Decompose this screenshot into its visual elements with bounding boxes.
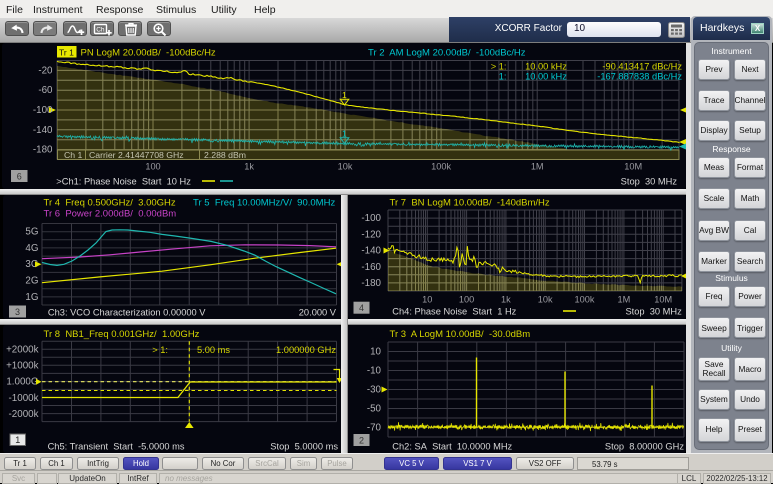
svg-text:-30: -30 — [367, 385, 382, 396]
svg-text:-140: -140 — [361, 246, 381, 257]
svg-text:100k: 100k — [431, 161, 451, 171]
svg-text:Ch3: VCO Characterization 0.00: Ch3: VCO Characterization 0.00000 V — [48, 307, 206, 317]
svg-text:1k: 1k — [501, 294, 511, 304]
svg-text:-50: -50 — [367, 404, 382, 415]
svg-text:10M: 10M — [624, 161, 642, 171]
svg-text:100k: 100k — [575, 294, 595, 304]
svg-text:Tr 4 Freq 0.500GHz/ 3.00GHz: Tr 4 Freq 0.500GHz/ 3.00GHz — [44, 198, 176, 209]
svg-text:100: 100 — [459, 294, 474, 304]
svg-text:1: 1 — [15, 435, 20, 445]
svg-text:100: 100 — [145, 161, 160, 171]
svg-text:Carrier 2.41447708 GHz: Carrier 2.41447708 GHz — [89, 150, 184, 160]
svg-text:2: 2 — [359, 435, 364, 445]
svg-text:Stop 30 MHz: Stop 30 MHz — [621, 176, 678, 186]
svg-text:4G: 4G — [25, 243, 38, 254]
svg-text:Tr 8 NB1_Freq 0.001GHz/ 1.00: Tr 8 NB1_Freq 0.001GHz/ 1.00GHz — [44, 329, 200, 340]
svg-text:+2000k: +2000k — [6, 344, 39, 355]
svg-text:1.000G: 1.000G — [6, 377, 38, 388]
svg-text:1G: 1G — [25, 292, 38, 303]
svg-text:10.00 kHz: 10.00 kHz — [525, 61, 567, 71]
svg-text:-100: -100 — [361, 213, 381, 224]
svg-text:-1000k: -1000k — [9, 393, 39, 404]
svg-text:> 1:: > 1: — [491, 61, 507, 71]
svg-text:Stop 5.0000 ms: Stop 5.0000 ms — [270, 442, 338, 452]
svg-text:Ch 1: Ch 1 — [64, 150, 83, 160]
svg-text:-100: -100 — [33, 105, 53, 116]
svg-text:1: 1 — [342, 129, 347, 139]
svg-text:-10: -10 — [367, 366, 382, 377]
svg-text:Ch2: SA Start 10.0000 MHz: Ch2: SA Start 10.0000 MHz — [392, 442, 512, 452]
svg-text:2.288 dBm: 2.288 dBm — [204, 150, 246, 160]
svg-text:10: 10 — [370, 347, 381, 358]
svg-text:5G: 5G — [25, 227, 38, 238]
svg-text:Tr 5 Freq 10.00MHz/V/ 90.0MH: Tr 5 Freq 10.00MHz/V/ 90.0MHz — [193, 198, 335, 209]
svg-text:1M: 1M — [618, 294, 631, 304]
svg-text:Tr 3 A LogM 10.00dB/ -30.0dB: Tr 3 A LogM 10.00dB/ -30.0dBm — [390, 329, 531, 340]
svg-text:10: 10 — [422, 294, 432, 304]
svg-text:10k: 10k — [538, 294, 553, 304]
svg-text:6: 6 — [17, 172, 22, 182]
svg-text:-20: -20 — [38, 65, 53, 76]
svg-text:20.000 V: 20.000 V — [299, 307, 337, 317]
svg-text:Ch5: Transient Start -5.0000: Ch5: Transient Start -5.0000 ms — [48, 442, 185, 452]
svg-text:1: 1 — [342, 90, 347, 100]
svg-text:1:: 1: — [499, 71, 507, 81]
svg-text:5.00 ms: 5.00 ms — [197, 345, 230, 355]
svg-text:-90.413417 dBc/Hz: -90.413417 dBc/Hz — [602, 61, 682, 71]
svg-text:-167.887838 dBc/Hz: -167.887838 dBc/Hz — [597, 71, 682, 81]
svg-text:-140: -140 — [33, 125, 53, 136]
svg-text:-2000k: -2000k — [9, 409, 39, 420]
svg-text:Ch4: Phase Noise Start 1 Hz: Ch4: Phase Noise Start 1 Hz — [392, 306, 516, 316]
svg-text:-160: -160 — [361, 262, 381, 273]
svg-text:-60: -60 — [38, 85, 53, 96]
svg-text:3: 3 — [15, 307, 20, 317]
svg-text:+1000k: +1000k — [6, 361, 39, 372]
svg-text:Tr 1: Tr 1 — [59, 47, 74, 57]
svg-text:> 1:: > 1: — [152, 345, 168, 355]
svg-text:-180: -180 — [361, 278, 381, 289]
svg-text:PN LogM 20.00dB/ -100dBc/Hz: PN LogM 20.00dB/ -100dBc/Hz — [81, 47, 216, 58]
svg-text:>Ch1: Phase Noise Start 10 H: >Ch1: Phase Noise Start 10 Hz — [56, 176, 191, 186]
svg-text:4: 4 — [359, 303, 364, 313]
svg-text:10k: 10k — [338, 161, 353, 171]
svg-text:Tr 2 AM LogM 20.00dB/ -100dB: Tr 2 AM LogM 20.00dB/ -100dBc/Hz — [368, 47, 526, 58]
svg-text:Stop 8.00000 GHz: Stop 8.00000 GHz — [605, 442, 684, 452]
svg-text:1k: 1k — [244, 161, 254, 171]
svg-text:Tr 7 BN LogM 10.00dB/ -140dB: Tr 7 BN LogM 10.00dB/ -140dBm/Hz — [390, 198, 550, 209]
svg-text:1.000000 GHz: 1.000000 GHz — [276, 345, 336, 355]
svg-text:1M: 1M — [531, 161, 544, 171]
svg-text:-70: -70 — [367, 423, 382, 434]
svg-text:2G: 2G — [25, 276, 38, 287]
svg-text:-120: -120 — [361, 229, 381, 240]
svg-text:10.00 kHz: 10.00 kHz — [525, 71, 567, 81]
svg-text:Tr 6 Power 2.000dB/ 0.00dBm: Tr 6 Power 2.000dB/ 0.00dBm — [44, 209, 177, 220]
svg-text:10M: 10M — [654, 294, 672, 304]
svg-text:Stop 30 MHz: Stop 30 MHz — [625, 306, 682, 316]
svg-text:-180: -180 — [33, 145, 53, 156]
